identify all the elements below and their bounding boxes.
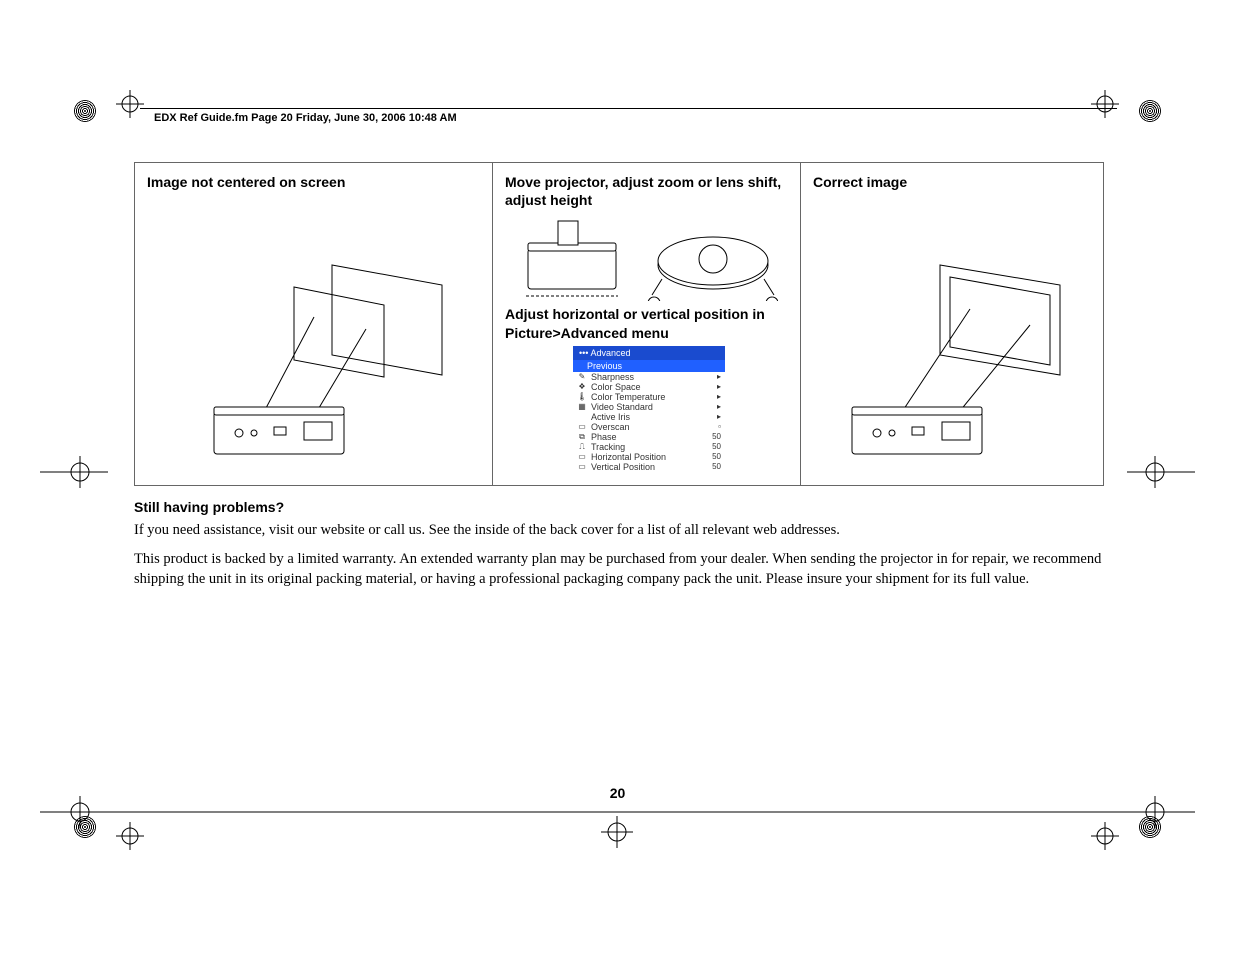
crop-marks-icon xyxy=(0,0,1235,954)
